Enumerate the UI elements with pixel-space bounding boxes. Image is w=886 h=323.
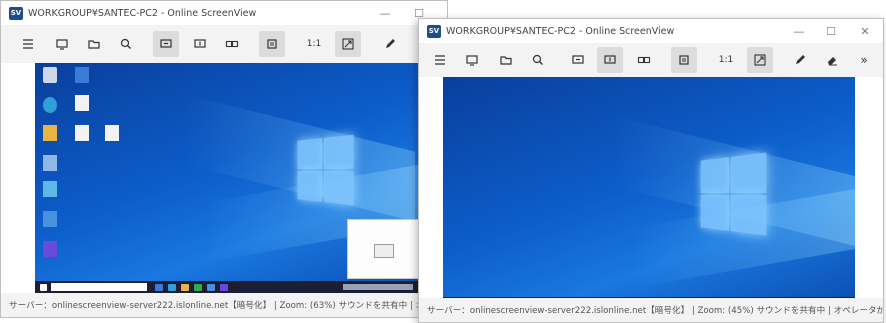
hamburger-icon [23, 39, 33, 49]
document-icon[interactable] [105, 125, 119, 141]
toolbar: 1:1 » [419, 43, 883, 77]
file-transfer-button[interactable] [493, 47, 519, 73]
screen-alt-icon [604, 55, 616, 64]
system-tray[interactable] [343, 284, 413, 290]
file-transfer-button[interactable] [81, 31, 107, 57]
monitor-icon [466, 55, 478, 66]
eraser-button[interactable] [819, 47, 845, 73]
multi-screen-button[interactable] [631, 47, 657, 73]
status-bar: サーバー：onlinescreenview-server222.islonlin… [1, 293, 447, 317]
remote-desktop[interactable] [443, 77, 855, 309]
screen-alt-icon [194, 39, 206, 48]
scale-label: 1:1 [306, 39, 322, 49]
eraser-icon [828, 57, 837, 66]
monitor-button[interactable] [459, 47, 485, 73]
screen-select-icon [572, 55, 584, 64]
app-shortcut-icon[interactable] [43, 155, 57, 171]
more-button[interactable]: » [851, 47, 877, 73]
clipboard-icon [267, 39, 277, 49]
taskbar-app-icon[interactable] [168, 283, 176, 291]
scale-label: 1:1 [718, 55, 734, 65]
app-shortcut-icon[interactable] [43, 181, 57, 197]
zoom-icon [120, 38, 131, 49]
status-bar: サーバー：onlinescreenview-server222.islonlin… [419, 298, 883, 322]
recycle-bin-icon[interactable] [43, 67, 57, 83]
taskbar-search-box[interactable] [51, 283, 147, 291]
title-bar[interactable]: SV WORKGROUP¥SANTEC-PC2 - Online ScreenV… [419, 19, 883, 43]
scale-1to1-button[interactable]: 1:1 [713, 47, 739, 73]
edge-icon[interactable] [43, 97, 57, 113]
pen-icon [796, 55, 805, 64]
window-title: WORKGROUP¥SANTEC-PC2 - Online ScreenView [446, 25, 675, 37]
app-shortcut-icon[interactable] [43, 211, 57, 227]
pen-button[interactable] [787, 47, 813, 73]
remote-desktop[interactable] [35, 63, 419, 293]
monitor-icon [56, 39, 68, 50]
screen-select-button[interactable] [153, 31, 179, 57]
taskbar-app-icon[interactable] [194, 283, 202, 291]
screen-select-icon [160, 39, 172, 48]
fit-window-icon [342, 38, 354, 50]
multi-screen-icon [637, 56, 651, 64]
screen-alt-button[interactable] [597, 47, 623, 73]
more-label: » [860, 53, 868, 67]
clipboard-button[interactable] [671, 47, 697, 73]
pen-button[interactable] [377, 31, 403, 57]
fit-window-button[interactable] [335, 31, 361, 57]
multi-screen-icon [225, 40, 239, 48]
window-title: WORKGROUP¥SANTEC-PC2 - Online ScreenView [28, 7, 257, 19]
zoom-button[interactable] [113, 31, 139, 57]
clipboard-icon [679, 55, 689, 65]
monitor-button[interactable] [49, 31, 75, 57]
folder-icon [88, 40, 100, 49]
remote-screen-view[interactable] [419, 77, 883, 311]
app-shortcut-icon[interactable] [43, 241, 57, 257]
menu-button[interactable] [15, 31, 41, 57]
zoom-button[interactable] [525, 47, 551, 73]
multi-screen-button[interactable] [219, 31, 245, 57]
remote-taskbar[interactable] [35, 281, 419, 293]
maximize-button[interactable]: ☐ [819, 23, 843, 39]
taskbar-app-icon[interactable] [155, 283, 163, 291]
taskbar-app-icon[interactable] [181, 283, 189, 291]
device-illustration-icon [374, 244, 394, 258]
minimize-button[interactable]: — [373, 5, 397, 21]
app-logo-icon: SV [427, 24, 441, 38]
pen-icon [386, 39, 395, 48]
document-icon[interactable] [75, 95, 89, 111]
zoom-icon [532, 54, 543, 65]
clipboard-button[interactable] [259, 31, 285, 57]
screenview-window-1: SV WORKGROUP¥SANTEC-PC2 - Online ScreenV… [0, 0, 448, 318]
menu-button[interactable] [427, 47, 453, 73]
close-button[interactable]: ✕ [853, 23, 877, 39]
folder-shortcut-icon[interactable] [43, 125, 57, 141]
fit-window-icon [754, 54, 766, 66]
screenview-window-2: SV WORKGROUP¥SANTEC-PC2 - Online ScreenV… [418, 18, 884, 323]
screen-alt-button[interactable] [187, 31, 213, 57]
desktop-shortcut-icon[interactable] [75, 67, 89, 83]
remote-screen-view[interactable] [1, 63, 447, 293]
windows-logo-icon [700, 152, 767, 236]
fit-window-button[interactable] [747, 47, 773, 73]
taskbar-app-icon[interactable] [220, 283, 228, 291]
hamburger-icon [435, 55, 445, 65]
minimize-button[interactable]: — [787, 23, 811, 39]
title-bar[interactable]: SV WORKGROUP¥SANTEC-PC2 - Online ScreenV… [1, 1, 447, 25]
windows-logo-icon [297, 134, 354, 206]
document-icon[interactable] [75, 125, 89, 141]
toolbar: 1:1 [1, 25, 447, 63]
start-icon[interactable] [40, 283, 47, 291]
scale-1to1-button[interactable]: 1:1 [301, 31, 327, 57]
app-logo-icon: SV [9, 6, 23, 20]
folder-icon [500, 56, 512, 65]
taskbar-app-icon[interactable] [207, 283, 215, 291]
screen-select-button[interactable] [565, 47, 591, 73]
notification-popup[interactable] [347, 219, 419, 279]
